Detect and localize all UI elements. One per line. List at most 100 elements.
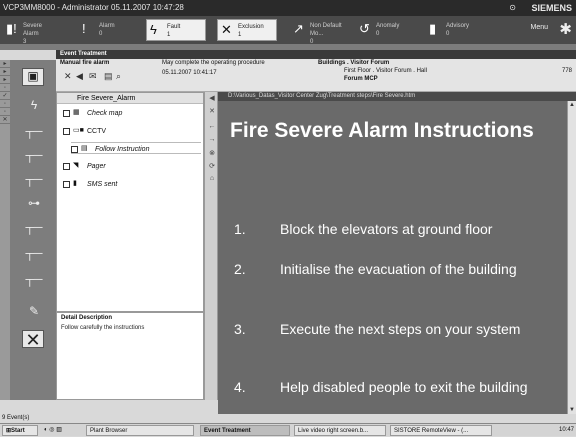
alarm-count: 1 bbox=[238, 32, 242, 38]
zoom-icon[interactable]: ⌕ bbox=[116, 71, 121, 82]
detail-title: Detail Description bbox=[61, 315, 113, 321]
step-label: Follow Instruction bbox=[95, 145, 150, 153]
step-tool-icon[interactable]: ┬─ bbox=[24, 272, 44, 286]
alarm-fault[interactable]: ϟ Fault 1 bbox=[146, 19, 206, 41]
nav-tab-icon[interactable]: ▸ bbox=[0, 60, 10, 68]
step-checkbox[interactable] bbox=[63, 162, 70, 170]
collapse-icon[interactable]: ◀ bbox=[207, 94, 217, 102]
start-button[interactable]: ⊞Start bbox=[2, 425, 38, 436]
step-follow-instruction[interactable]: ▤ Follow Instruction bbox=[71, 142, 201, 154]
alarm-count: 0 bbox=[99, 31, 103, 37]
quick-launch-icons[interactable]: ◐ ◎ ▥ bbox=[44, 425, 62, 436]
pager-icon[interactable]: ✉ bbox=[89, 71, 97, 82]
step-tool-icon[interactable]: ┬─ bbox=[24, 220, 44, 234]
treatment-steps-panel: Fire Severe_Alarm ▦ Check map ▭■ CCTV ▤ Fol… bbox=[56, 92, 204, 312]
taskbar-sistore[interactable]: SISTORE RemoteView - (... bbox=[390, 425, 492, 436]
location-line3: Forum MCP bbox=[344, 76, 378, 82]
alarm-advisory[interactable]: ▮ Advisory 0 bbox=[426, 19, 478, 41]
document-title: Fire Severe Alarm Instructions bbox=[230, 119, 534, 142]
alarm-anomaly[interactable]: ↺ Anomaly 0 bbox=[356, 19, 406, 41]
step-checkbox[interactable] bbox=[63, 109, 70, 117]
event-id: 778 bbox=[561, 68, 572, 74]
instruction-document: Fire Severe Alarm Instructions 1. Block … bbox=[218, 101, 567, 414]
document-scrollbar[interactable]: ▲ ▼ bbox=[567, 101, 576, 414]
link-tool-icon[interactable]: ⊶ bbox=[24, 196, 44, 210]
arrow-icon: ↗ bbox=[293, 21, 304, 36]
step-label: CCTV bbox=[87, 127, 107, 135]
alarm-severe-alarm[interactable]: ▮! Severe Alarm 3 bbox=[3, 19, 48, 46]
instruction-number: 4. bbox=[234, 379, 246, 395]
step-tool-icon[interactable]: ┬─ bbox=[24, 246, 44, 260]
stop-icon[interactable]: ⊗ bbox=[207, 149, 217, 157]
print-icon[interactable]: ▤ bbox=[104, 71, 113, 82]
alarm-label: Advisory bbox=[446, 23, 470, 29]
left-toolbar: ▣ ϟ ┬─ ┬─ ┬─ ⊶ ┬─ ┬─ ┬─ ✎ ✕ bbox=[10, 60, 56, 400]
pin-icon[interactable]: ✕ bbox=[207, 107, 217, 115]
step-checkbox[interactable] bbox=[71, 145, 78, 153]
alarm-count: 1 bbox=[167, 32, 171, 38]
refresh-icon[interactable]: ⟳ bbox=[207, 162, 217, 170]
step-sms-sent[interactable]: ▮ SMS sent bbox=[63, 178, 201, 190]
alarm-alarm[interactable]: ! Alarm 0 bbox=[79, 19, 131, 41]
instruction-text: Help disabled people to exit the buildin… bbox=[280, 379, 528, 395]
exclusion-icon: ✕ bbox=[221, 22, 232, 37]
step-checkbox[interactable] bbox=[63, 127, 70, 135]
pager-icon: ◥ bbox=[73, 162, 79, 169]
mute-icon[interactable]: ✱ bbox=[559, 20, 572, 38]
home-icon[interactable]: ⌂ bbox=[207, 175, 217, 182]
event-info-bar: Manual fire alarm May complete the opera… bbox=[56, 59, 576, 92]
phone-icon: ▮ bbox=[73, 180, 77, 187]
event-instruction: May complete the operating procedure bbox=[162, 60, 265, 66]
forward-icon[interactable]: → bbox=[207, 136, 217, 143]
mute-icon[interactable]: ◀ bbox=[76, 71, 83, 82]
map-icon: ▦ bbox=[73, 109, 80, 116]
nav-tab-icon[interactable]: ◦ bbox=[0, 84, 10, 92]
nav-tab-icon[interactable]: ✓ bbox=[0, 92, 10, 100]
detail-text: Follow carefully the instructions bbox=[61, 325, 145, 331]
step-cctv[interactable]: ▭■ CCTV bbox=[63, 125, 201, 137]
instruction-number: 3. bbox=[234, 321, 246, 337]
location-line2: First Floor . Visitor Forum . Hall bbox=[344, 68, 427, 74]
alarm-summary-bar: ▮! Severe Alarm 3 ! Alarm 0 ϟ Fault 1 ✕ … bbox=[0, 16, 576, 46]
taskbar-event-treatment[interactable]: Event Treatment bbox=[200, 425, 290, 436]
close-icon[interactable]: ✕ bbox=[22, 330, 44, 349]
step-checkbox[interactable] bbox=[63, 180, 70, 188]
location-line1: Buildings . Visitor Forum bbox=[318, 60, 390, 66]
mute-alarm-icon[interactable]: ✎ bbox=[24, 304, 44, 318]
step-tool-icon[interactable]: ┬─ bbox=[24, 148, 44, 162]
event-treatment-header: Event Treatment bbox=[56, 50, 576, 59]
event-datetime: 05.11.2007 10:41:17 bbox=[162, 70, 217, 76]
nav-tab-icon[interactable]: ▸ bbox=[0, 76, 10, 84]
back-icon[interactable]: ← bbox=[207, 123, 217, 130]
alarm-count: 0 bbox=[446, 31, 450, 37]
scroll-down-icon[interactable]: ▼ bbox=[568, 406, 576, 414]
taskbar-live-video[interactable]: Live video right screen.b... bbox=[294, 425, 386, 436]
nav-tab-icon[interactable]: ✕ bbox=[0, 116, 10, 124]
event-treatment-icon[interactable]: ▣ bbox=[22, 68, 44, 86]
step-tool-icon[interactable]: ┬─ bbox=[24, 124, 44, 138]
steps-panel-header: Fire Severe_Alarm bbox=[57, 93, 203, 104]
left-navigation-strip: ▸ ▸ ▸ ◦ ✓ ◦ ◦ ✕ bbox=[0, 60, 10, 400]
lightning-icon[interactable]: ϟ bbox=[24, 98, 44, 112]
step-pager[interactable]: ◥ Pager bbox=[63, 160, 201, 172]
alarm-exclusion[interactable]: ✕ Exclusion 1 bbox=[217, 19, 277, 41]
step-label: Check map bbox=[87, 109, 123, 117]
instruction-number: 2. bbox=[234, 261, 246, 277]
step-tool-icon[interactable]: ┬─ bbox=[24, 172, 44, 186]
nav-tab-icon[interactable]: ◦ bbox=[0, 108, 10, 116]
lightning-icon: ϟ bbox=[150, 22, 157, 37]
nav-tab-icon[interactable]: ◦ bbox=[0, 100, 10, 108]
anomaly-icon: ↺ bbox=[359, 21, 370, 36]
alarm-label: Fault bbox=[167, 24, 181, 30]
menu-button[interactable]: Menu bbox=[530, 24, 548, 31]
step-check-map[interactable]: ▦ Check map bbox=[63, 107, 201, 119]
alarm-severe-icon: ▮! bbox=[6, 21, 17, 36]
document-toolbar: ◀ ✕ ← → ⊗ ⟳ ⌂ bbox=[204, 92, 218, 400]
step-label: Pager bbox=[87, 162, 106, 170]
acknowledge-icon[interactable]: ✕ bbox=[64, 71, 72, 82]
scroll-up-icon[interactable]: ▲ bbox=[568, 101, 576, 109]
nav-tab-icon[interactable]: ▸ bbox=[0, 68, 10, 76]
alarm-label: Alarm bbox=[99, 23, 115, 29]
taskbar-plant-browser[interactable]: Plant Browser bbox=[86, 425, 194, 436]
alarm-non-default-mode[interactable]: ↗ Non Default Mo... 0 bbox=[290, 19, 350, 46]
